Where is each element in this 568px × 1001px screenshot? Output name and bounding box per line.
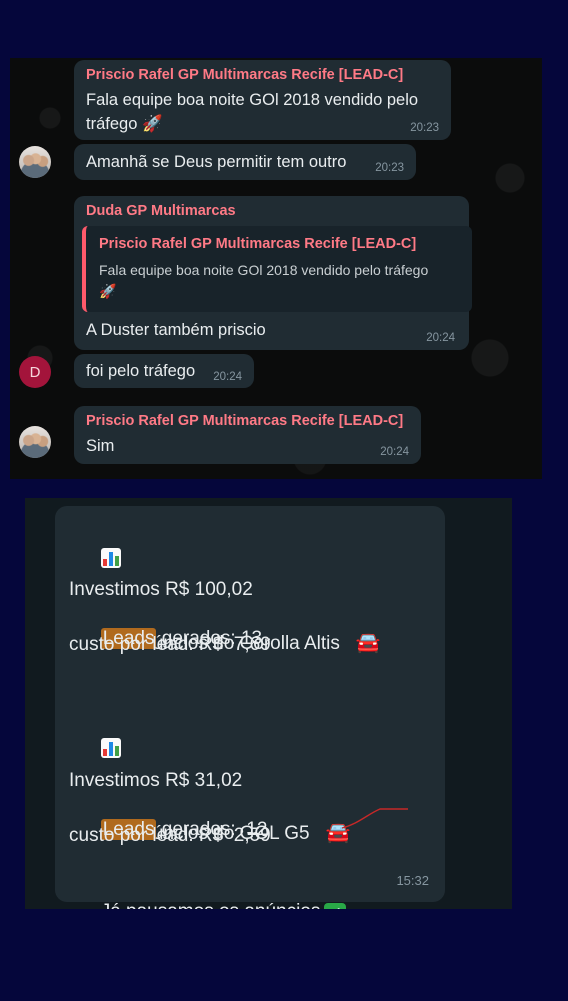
- avatar[interactable]: D: [19, 356, 51, 388]
- quoted-message[interactable]: Priscio Rafel GP Multimarcas Recife [LEA…: [82, 226, 472, 312]
- bar-chart-icon: [100, 548, 121, 568]
- report-chat-panel: Anúncios do Corolla Altis 🚘 Investimos R$…: [25, 498, 512, 909]
- message-time: 20:23: [410, 122, 439, 134]
- group-chat-panel: Priscio Rafel GP Multimarcas Recife [LEA…: [10, 58, 542, 479]
- message-time: 20:24: [426, 332, 455, 344]
- avatar-photo: [19, 426, 51, 458]
- cost-line: custo por lead: R$ 7,69: [69, 634, 271, 655]
- message-bubble[interactable]: foi pelo tráfego 20:24: [74, 354, 254, 388]
- sender-name[interactable]: Priscio Rafel GP Multimarcas Recife [LEA…: [86, 413, 403, 429]
- sender-name[interactable]: Priscio Rafel GP Multimarcas Recife [LEA…: [86, 67, 403, 83]
- invest-line: Investimos R$ 100,02: [69, 579, 253, 600]
- check-mark-icon: ✓: [324, 903, 347, 909]
- report-message-bubble[interactable]: Anúncios do Corolla Altis 🚘 Investimos R$…: [55, 506, 445, 909]
- closing-line: Já pausamos os anúncios✓: [69, 879, 347, 909]
- message-text: Fala equipe boa noite GOl 2018 vendido p…: [86, 91, 419, 109]
- closing-text: Já pausamos os anúncios: [101, 901, 321, 909]
- message-text: foi pelo tráfego: [86, 362, 196, 380]
- cost-line: custo por lead: R$ 2,59: [69, 825, 271, 846]
- message-text: Sim: [86, 437, 115, 455]
- message-bubble[interactable]: Amanhã se Deus permitir tem outro 20:23: [74, 144, 416, 180]
- message-bubble[interactable]: Duda GP Multimarcas Priscio Rafel GP Mul…: [74, 196, 472, 350]
- sender-name[interactable]: Duda GP Multimarcas: [86, 203, 236, 219]
- message-time: 20:24: [380, 446, 409, 458]
- message-text: tráfego 🚀: [86, 115, 163, 133]
- avatar[interactable]: [19, 146, 51, 178]
- message-time: 20:24: [213, 371, 242, 383]
- message-text: Amanhã se Deus permitir tem outro: [86, 153, 347, 171]
- car-icon: 🚘: [355, 632, 381, 654]
- avatar-photo: [19, 146, 51, 178]
- red-scribble: [341, 808, 408, 829]
- avatar[interactable]: [19, 426, 51, 458]
- bar-chart-icon: [100, 738, 121, 758]
- quoted-sender-name: Priscio Rafel GP Multimarcas Recife [LEA…: [99, 236, 417, 252]
- message-bubble[interactable]: Priscio Rafel GP Multimarcas Recife [LEA…: [74, 60, 451, 140]
- invest-line: Investimos R$ 31,02: [69, 770, 243, 791]
- message-text: A Duster também priscio: [86, 321, 266, 339]
- message-time: 15:32: [396, 873, 429, 888]
- quoted-text: 🚀: [99, 283, 117, 299]
- quoted-text: Fala equipe boa noite GOl 2018 vendido p…: [99, 262, 429, 278]
- message-bubble[interactable]: Priscio Rafel GP Multimarcas Recife [LEA…: [74, 406, 421, 464]
- message-time: 20:23: [375, 162, 404, 174]
